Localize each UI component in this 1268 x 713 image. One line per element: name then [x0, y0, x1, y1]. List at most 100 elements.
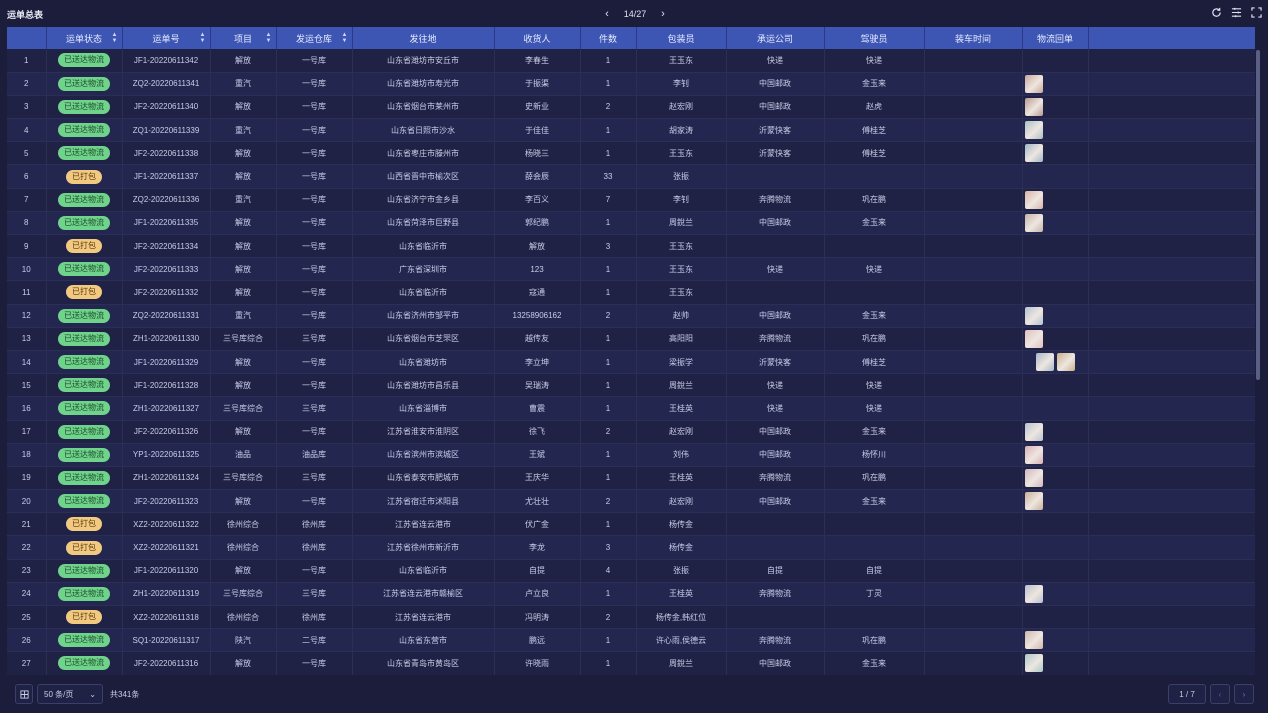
- table-row[interactable]: 23 已送达物流 JF1-20220611320 解放 一号库 山东省临沂市 自提 4 张振 自提…: [7, 559, 1255, 583]
- receipt-thumbnail[interactable]: [1024, 144, 1043, 163]
- sort-icon[interactable]: ▲ ▼: [342, 32, 348, 44]
- receipt-thumbnail[interactable]: [1024, 654, 1043, 673]
- table-row[interactable]: 9 已打包 JF2-20220611334 解放 一号库 山东省临沂市 解放 3 王玉东: [7, 234, 1255, 259]
- receipt-thumbnail[interactable]: [1024, 422, 1043, 441]
- cell-packer: 王桂英: [636, 396, 727, 421]
- cell-warehouse: 二号库: [276, 628, 353, 653]
- cell-warehouse: 油品库: [276, 443, 353, 467]
- receipt-thumbnail[interactable]: [1024, 306, 1043, 325]
- cell-quantity: 2: [580, 95, 637, 120]
- column-settings-icon[interactable]: [1230, 6, 1242, 18]
- refresh-icon[interactable]: [1210, 6, 1222, 18]
- receipt-thumbnail[interactable]: [1024, 121, 1043, 140]
- receipt-thumbnail[interactable]: [1024, 74, 1043, 93]
- receipt-thumbnail[interactable]: [1056, 353, 1075, 372]
- column-header-warehouse[interactable]: 发运仓库 ▲ ▼: [276, 27, 353, 49]
- table-row[interactable]: 22 已打包 XZ2-20220611321 徐州综合 徐州库 江苏省徐州市新沂市 李龙 3 杨…: [7, 535, 1255, 560]
- table-row[interactable]: 7 已送达物流 ZQ2-20220611336 重汽 一号库 山东省济宁市金乡县 李百义 7 李…: [7, 188, 1255, 212]
- table-row[interactable]: 4 已送达物流 ZQ1-20220611339 重汽 一号库 山东省日照市沙水 于佳佳 1 胡家…: [7, 118, 1255, 143]
- cell-loading-time: [924, 605, 1023, 630]
- cell-destination: 山东省临沂市: [352, 280, 495, 305]
- cell-index: 10: [7, 257, 47, 282]
- column-header-waybill[interactable]: 运单号 ▲ ▼: [122, 27, 211, 49]
- receipt-thumbnail[interactable]: [1024, 584, 1043, 603]
- cell-receipt: [1022, 373, 1089, 398]
- table-row[interactable]: 8 已送达物流 JF1-20220611335 解放 一号库 山东省菏泽市巨野县 郭纪鹏 1 周…: [7, 211, 1255, 236]
- sort-icon[interactable]: ▲ ▼: [112, 32, 118, 44]
- chevron-right-icon[interactable]: ›: [656, 8, 670, 20]
- cell-quantity: 1: [580, 327, 637, 351]
- cell-receipt: [1022, 95, 1089, 120]
- cell-receipt: [1022, 651, 1089, 675]
- receipt-thumbnail[interactable]: [1024, 329, 1043, 348]
- table-row[interactable]: 3 已送达物流 JF2-20220611340 解放 一号库 山东省烟台市莱州市 史新业 2 赵…: [7, 95, 1255, 120]
- cell-consignee: 123: [494, 257, 581, 282]
- cell-receipt: [1022, 466, 1089, 491]
- page-size-select[interactable]: 50 条/页 ⌄: [37, 684, 103, 704]
- cell-quantity: 1: [580, 49, 637, 73]
- table-row[interactable]: 26 已送达物流 SQ1-20220611317 陕汽 二号库 山东省东营市 鹏远 1 许心雨,…: [7, 628, 1255, 653]
- table-row[interactable]: 16 已送达物流 ZH1-20220611327 三号库综合 三号库 山东省淄博市 曹震 1 王…: [7, 396, 1255, 421]
- receipt-thumbnail[interactable]: [1024, 445, 1043, 464]
- cell-driver: 赵虎: [824, 95, 925, 120]
- cell-consignee: 王斌: [494, 443, 581, 467]
- cell-status: 已送达物流: [46, 304, 123, 328]
- cell-driver: 快递: [824, 396, 925, 421]
- receipt-thumbnail[interactable]: [1024, 468, 1043, 487]
- cell-carrier: 中国邮政: [726, 443, 825, 467]
- receipt-thumbnail[interactable]: [1024, 190, 1043, 209]
- cell-quantity: 1: [580, 118, 637, 143]
- receipt-thumbnail[interactable]: [1035, 353, 1054, 372]
- cell-project: 油品: [210, 443, 277, 467]
- table-row[interactable]: 1 已送达物流 JF1-20220611342 解放 一号库 山东省潍坊市安丘市 李春生 1 王…: [7, 49, 1255, 73]
- table-row[interactable]: 5 已送达物流 JF2-20220611338 解放 一号库 山东省枣庄市滕州市 杨晓三 1 王…: [7, 141, 1255, 166]
- cell-driver: 自提: [824, 559, 925, 583]
- vertical-scrollbar[interactable]: [1256, 50, 1260, 380]
- table-row[interactable]: 24 已送达物流 ZH1-20220611319 三号库综合 三号库 江苏省连云港市赣榆区…: [7, 582, 1255, 607]
- chevron-left-icon[interactable]: ‹: [600, 8, 614, 20]
- cell-waybill: ZH1-20220611330: [122, 327, 211, 351]
- receipt-thumbnail[interactable]: [1024, 631, 1043, 650]
- table-row[interactable]: 14 已送达物流 JF1-20220611329 解放 一号库 山东省潍坊市 李立坤 1 梁振学…: [7, 350, 1255, 375]
- table-row[interactable]: 25 已打包 XZ2-20220611318 徐州综合 徐州库 江苏省连云港市 冯明涛 2 杨传…: [7, 605, 1255, 630]
- table-row[interactable]: 10 已送达物流 JF2-20220611333 解放 一号库 广东省深圳市 123 1 王玉东…: [7, 257, 1255, 282]
- cell-packer: 王玉东: [636, 141, 727, 166]
- table-row[interactable]: 27 已送达物流 JF2-20220611316 解放 一号库 山东省青岛市黄岛区 许晓雨 1…: [7, 651, 1255, 675]
- cell-loading-time: [924, 466, 1023, 491]
- cell-status: 已送达物流: [46, 188, 123, 212]
- table-row[interactable]: 17 已送达物流 JF2-20220611326 解放 一号库 江苏省淮安市淮阴区 徐飞 2 赵…: [7, 420, 1255, 444]
- table-row[interactable]: 6 已打包 JF1-20220611337 解放 一号库 山西省晋中市榆次区 薛会辰 33 张振: [7, 164, 1255, 189]
- receipt-thumbnail[interactable]: [1024, 213, 1043, 232]
- cell-quantity: 2: [580, 605, 637, 630]
- column-header-project[interactable]: 项目 ▲ ▼: [210, 27, 277, 49]
- cell-index: 17: [7, 420, 47, 444]
- receipt-thumbnail[interactable]: [1024, 97, 1043, 116]
- cell-loading-time: [924, 420, 1023, 444]
- cell-receipt: [1022, 234, 1089, 259]
- column-header-status[interactable]: 运单状态 ▲ ▼: [46, 27, 123, 49]
- table-row[interactable]: 20 已送达物流 JF2-20220611323 解放 一号库 江苏省宿迁市沭阳县 尤壮壮 2…: [7, 489, 1255, 514]
- cell-project: 重汽: [210, 72, 277, 96]
- grid-settings-icon[interactable]: [15, 684, 33, 704]
- prev-page-button[interactable]: ‹: [1210, 684, 1230, 704]
- table-row[interactable]: 11 已打包 JF2-20220611332 解放 一号库 山东省临沂市 寇通 1 王玉东: [7, 280, 1255, 305]
- table-row[interactable]: 21 已打包 XZ2-20220611322 徐州综合 徐州库 江苏省连云港市 伏广金 1 杨传…: [7, 512, 1255, 537]
- cell-driver: 金玉来: [824, 211, 925, 236]
- cell-destination: 山东省潍坊市安丘市: [352, 49, 495, 73]
- status-badge: 已打包: [66, 239, 102, 254]
- next-page-button[interactable]: ›: [1234, 684, 1254, 704]
- table-row[interactable]: 18 已送达物流 YP1-20220611325 油品 油品库 山东省滨州市滨城区 王斌 1 刘…: [7, 443, 1255, 467]
- table-row[interactable]: 12 已送达物流 ZQ2-20220611331 重汽 一号库 山东省济州市邹平市 1325…: [7, 304, 1255, 328]
- table-row[interactable]: 2 已送达物流 ZQ2-20220611341 重汽 一号库 山东省潍坊市寿光市 于振渠 1 李…: [7, 72, 1255, 96]
- table-row[interactable]: 15 已送达物流 JF1-20220611328 解放 一号库 山东省潍坊市昌乐县 吴瑞涛 1…: [7, 373, 1255, 398]
- cell-packer: 梁振学: [636, 350, 727, 375]
- page-jump-input[interactable]: 1 / 7: [1168, 684, 1206, 704]
- fullscreen-icon[interactable]: [1250, 6, 1262, 18]
- sort-icon[interactable]: ▲ ▼: [200, 32, 206, 44]
- table-row[interactable]: 19 已送达物流 ZH1-20220611324 三号库综合 三号库 山东省泰安市肥城市王…: [7, 466, 1255, 491]
- sort-icon[interactable]: ▲ ▼: [266, 32, 272, 44]
- table-row[interactable]: 13 已送达物流 ZH1-20220611330 三号库综合 三号库 山东省烟台市芝罘区越…: [7, 327, 1255, 351]
- receipt-thumbnail[interactable]: [1024, 492, 1043, 511]
- status-badge: 已送达物流: [58, 470, 110, 485]
- cell-status: 已送达物流: [46, 72, 123, 96]
